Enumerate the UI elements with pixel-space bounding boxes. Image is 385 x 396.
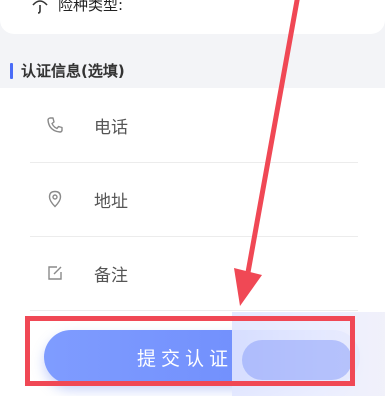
address-field[interactable]: 地址 <box>30 162 358 237</box>
blur-mosaic-overlay <box>232 312 385 396</box>
phone-icon <box>46 116 64 134</box>
umbrella-icon <box>30 0 50 15</box>
remark-field-label: 备注 <box>94 265 128 286</box>
submit-button-label: 提交认证 <box>136 348 233 370</box>
edit-note-icon <box>46 264 64 282</box>
section-accent-bar <box>10 62 13 79</box>
section-title-label: 认证信息(选填) <box>21 62 125 80</box>
blur-blob <box>242 340 352 380</box>
insurance-type-label: 险种类型: <box>58 0 124 14</box>
phone-field[interactable]: 电话 <box>30 88 358 163</box>
address-field-label: 地址 <box>94 191 128 212</box>
remark-field[interactable]: 备注 <box>30 236 358 311</box>
phone-field-label: 电话 <box>94 117 128 138</box>
location-pin-icon <box>46 190 64 208</box>
section-title: 认证信息(选填) <box>10 60 125 81</box>
insurance-type-row[interactable]: 险种类型: <box>30 0 123 15</box>
